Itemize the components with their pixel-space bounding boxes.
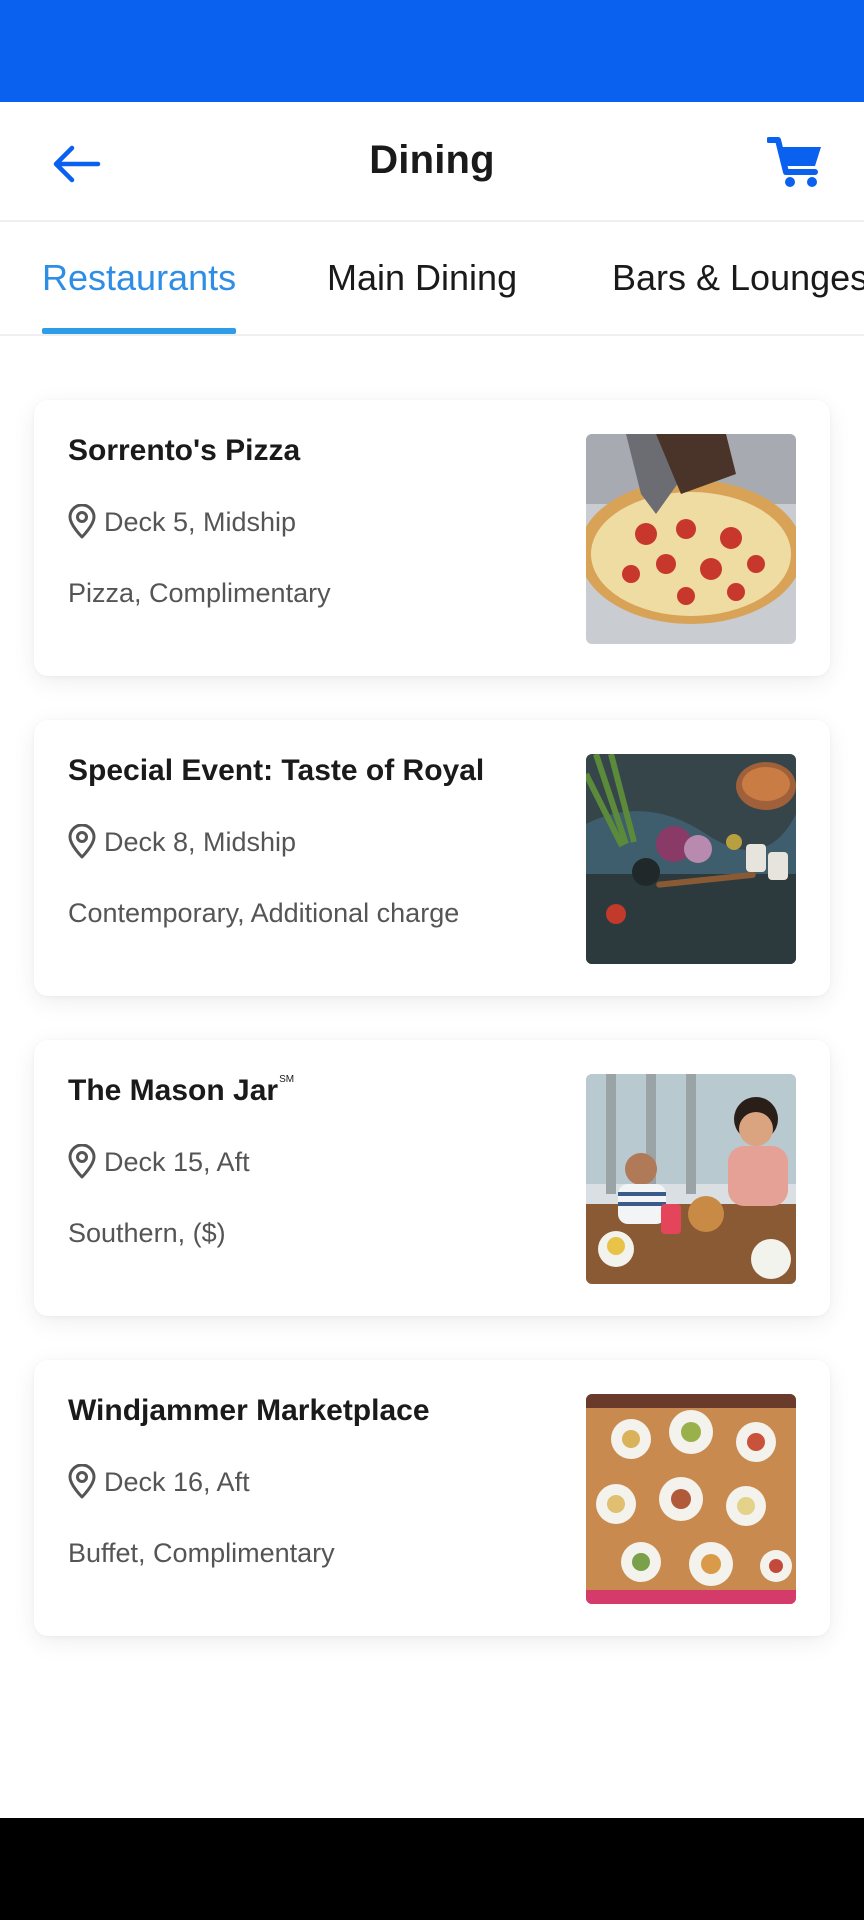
tab-main-dining[interactable]: Main Dining (327, 222, 517, 334)
location-pin-icon (68, 1144, 96, 1179)
tab-restaurants-label: Restaurants (42, 257, 237, 298)
restaurant-location: Deck 5, Midship (66, 504, 296, 540)
restaurant-name: Special Event: Taste of Royal (68, 754, 485, 787)
tab-bars-lounges[interactable]: Bars & Lounges (612, 222, 864, 334)
active-tab-indicator (42, 328, 237, 334)
restaurant-card-sorrentos-pizza[interactable]: Sorrento's Pizza Deck 5, Midship Pizza, … (34, 400, 830, 676)
pizza-photo (586, 434, 796, 644)
restaurant-name: Sorrento's Pizza (68, 434, 301, 467)
service-mark: SM (279, 1074, 295, 1085)
restaurant-card-taste-of-royal[interactable]: Special Event: Taste of Royal Deck 8, Mi… (34, 720, 830, 996)
cart-button[interactable] (764, 132, 828, 192)
location-text: Deck 5, Midship (104, 506, 297, 537)
category-tabs: Restaurants Main Dining Bars & Lounges (0, 222, 864, 336)
tab-restaurants[interactable]: Restaurants (42, 222, 237, 334)
restaurant-tags: Buffet, Complimentary (68, 1538, 335, 1568)
location-pin-icon (68, 504, 96, 539)
buffet-table-photo (586, 1394, 796, 1604)
system-navigation-bar (0, 1818, 864, 1920)
restaurant-location: Deck 16, Aft (66, 1464, 250, 1500)
tab-bars-lounges-label: Bars & Lounges (612, 257, 864, 298)
status-bar (0, 0, 864, 102)
restaurant-card-windjammer-marketplace[interactable]: Windjammer Marketplace Deck 16, Aft Buff… (34, 1360, 830, 1636)
restaurant-location: Deck 15, Aft (66, 1144, 250, 1180)
location-text: Deck 8, Midship (104, 826, 297, 857)
restaurant-card-mason-jar[interactable]: The Mason JarSM Deck 15, Aft Southern, (… (34, 1040, 830, 1316)
ingredients-photo (586, 754, 796, 964)
family-dining-photo (586, 1074, 796, 1284)
location-text: Deck 16, Aft (104, 1466, 250, 1497)
restaurant-tags: Contemporary, Additional charge (68, 898, 460, 928)
location-text: Deck 15, Aft (104, 1146, 250, 1177)
app-header: Dining (0, 102, 864, 222)
location-pin-icon (68, 824, 96, 859)
restaurant-location: Deck 8, Midship (66, 824, 296, 860)
restaurant-name: Windjammer Marketplace (68, 1394, 430, 1427)
restaurant-tags: Pizza, Complimentary (68, 578, 331, 608)
tab-main-dining-label: Main Dining (327, 257, 518, 298)
restaurant-name: The Mason JarSM (68, 1074, 295, 1107)
shopping-cart-icon (767, 137, 821, 187)
page-title: Dining (369, 138, 495, 182)
restaurant-tags: Southern, ($) (68, 1218, 226, 1248)
location-pin-icon (68, 1464, 96, 1499)
